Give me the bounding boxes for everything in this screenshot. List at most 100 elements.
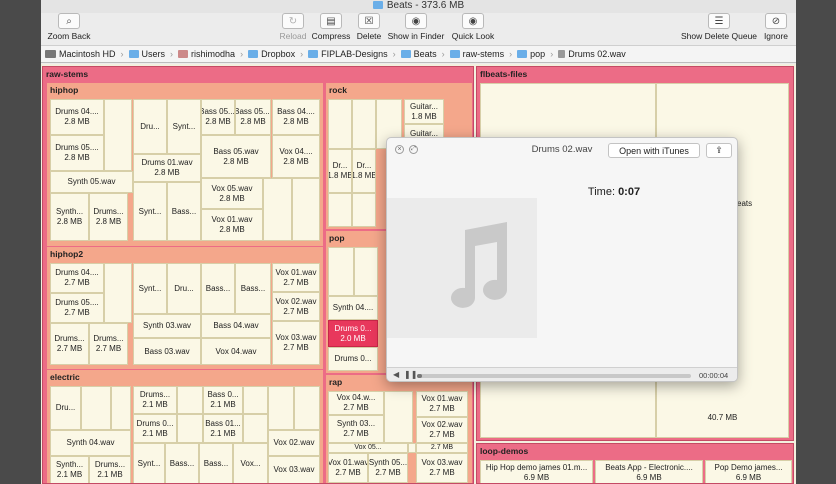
treemap-file[interactable]: Drums... 2.8 MB <box>89 193 128 241</box>
treemap-folder-loop-demos[interactable]: loop-demos Hip Hop demo james 01.m... 6.9… <box>476 443 794 484</box>
treemap-file[interactable]: Bass... <box>201 263 235 314</box>
treemap-file[interactable]: Bass... <box>165 443 199 483</box>
treemap-file[interactable]: Drums... 2.1 MB <box>133 386 177 414</box>
treemap-file[interactable] <box>243 386 268 414</box>
treemap-file[interactable]: Vox 02.wav 2.7 MB <box>416 417 468 443</box>
treemap-file[interactable] <box>294 386 320 430</box>
treemap-file[interactable]: Synth 05.wav <box>50 171 133 193</box>
treemap-file[interactable]: Vox 01.wav 2.7 MB <box>416 391 468 417</box>
treemap-file[interactable]: Synth 04.wav <box>50 430 131 456</box>
treemap-file[interactable]: Drums 04.... 2.7 MB <box>50 263 104 293</box>
show-delete-queue-button[interactable]: ☰ Show Delete Queue <box>679 13 759 41</box>
treemap-folder-electric[interactable]: electric Dru... Drums... 2.1 MB Bass 0...… <box>47 370 323 483</box>
treemap-file[interactable]: Drums 04.... 2.8 MB <box>50 99 104 135</box>
treemap-file[interactable]: Synt... <box>133 443 165 483</box>
treemap-file[interactable]: Drums 05.... 2.7 MB <box>50 293 104 323</box>
path-item-macintosh-hd[interactable]: Macintosh HD › <box>45 49 129 59</box>
treemap-file[interactable]: Vox 05... <box>328 443 408 453</box>
treemap-file[interactable]: Vox 03.wav 2.7 MB <box>272 321 320 365</box>
treemap-file[interactable]: Drums... 2.7 MB <box>50 323 89 365</box>
treemap-file[interactable]: 2.7 MB <box>416 443 468 453</box>
treemap-file[interactable] <box>104 263 132 323</box>
treemap-file[interactable] <box>292 178 320 241</box>
path-item-fiplab-designs[interactable]: FIPLAB-Designs › <box>308 49 401 59</box>
treemap-file[interactable]: Bass 03.wav <box>133 338 201 365</box>
treemap-file-selected[interactable]: Drums 0... 2.0 MB <box>328 320 378 347</box>
pause-icon[interactable]: ❚❚ <box>404 370 417 379</box>
treemap-file[interactable]: Dru... <box>167 263 201 314</box>
treemap-file[interactable] <box>384 391 413 443</box>
treemap-file[interactable]: Synth... 2.1 MB <box>50 456 89 483</box>
treemap-file[interactable]: Synt... <box>133 263 167 314</box>
treemap-file[interactable]: Bass 05....2.8 MB <box>201 99 235 135</box>
treemap-file[interactable]: Bass 05.wav 2.8 MB <box>201 135 271 178</box>
treemap-file[interactable]: Bass 01... 2.1 MB <box>203 414 243 443</box>
treemap-file[interactable] <box>354 247 378 296</box>
treemap-file[interactable]: Vox 02.wav 2.7 MB <box>272 292 320 321</box>
treemap-file[interactable]: Vox 02.wav <box>268 430 320 456</box>
treemap-file[interactable]: Guitar... 1.8 MB <box>404 99 444 124</box>
treemap-file[interactable] <box>263 178 292 241</box>
treemap-file[interactable] <box>111 386 131 430</box>
treemap-file[interactable]: Synth 03.wav <box>133 314 201 338</box>
close-icon[interactable]: × <box>395 145 404 154</box>
treemap-file[interactable]: Bass... <box>167 182 201 241</box>
scrubber[interactable] <box>417 374 691 378</box>
compress-button[interactable]: ▤ Compress <box>310 13 352 41</box>
treemap-file[interactable]: Vox 01.wav 2.7 MB <box>272 263 320 292</box>
reload-button[interactable]: ↻ Reload <box>275 13 311 41</box>
path-item-dropbox[interactable]: Dropbox › <box>248 49 308 59</box>
path-item-rishimodha[interactable]: rishimodha › <box>178 49 248 59</box>
open-with-itunes-button[interactable]: Open with iTunes <box>608 143 700 158</box>
treemap-file[interactable] <box>328 193 352 227</box>
path-item-beats[interactable]: Beats › <box>400 49 450 59</box>
treemap-file[interactable] <box>268 386 294 430</box>
treemap-folder-rap[interactable]: rap Vox 04.w... 2.7 MB Synth 03... 2.7 MB … <box>326 375 472 483</box>
treemap-file[interactable] <box>408 443 416 453</box>
treemap-file[interactable]: Bass 05....2.8 MB <box>235 99 271 135</box>
treemap-file[interactable]: Synt... <box>167 99 201 154</box>
treemap-file[interactable]: Beats App - Electronic.... 6.9 MB <box>595 460 703 483</box>
treemap-file[interactable]: Synt... <box>133 182 167 241</box>
treemap-file[interactable] <box>81 386 111 430</box>
path-item-pop[interactable]: pop › <box>517 49 558 59</box>
treemap-file[interactable]: Vox 01.wav 2.8 MB <box>201 209 263 241</box>
zoom-back-button[interactable]: ⌕ Zoom Back <box>44 13 94 41</box>
path-item-users[interactable]: Users › <box>128 49 179 59</box>
treemap-file[interactable]: Vox 03.wav 2.7 MB <box>416 453 468 483</box>
treemap-file[interactable]: Bass... <box>235 263 271 314</box>
treemap-file[interactable]: Bass 04.wav <box>201 314 271 338</box>
treemap-file[interactable]: Synth 05... 2.7 MB <box>368 453 408 483</box>
treemap-file[interactable] <box>104 99 132 171</box>
treemap-file[interactable]: Pop Demo james... 6.9 MB <box>705 460 792 483</box>
treemap-file[interactable] <box>243 414 268 443</box>
treemap-file[interactable]: Dru... <box>133 99 167 154</box>
treemap-file[interactable]: Drums 05.... 2.8 MB <box>50 135 104 171</box>
delete-button[interactable]: ☒ Delete <box>353 13 385 41</box>
treemap-file[interactable] <box>352 193 376 227</box>
path-item-raw-stems[interactable]: raw-stems › <box>449 49 518 59</box>
volume-icon[interactable]: ◀ <box>393 370 399 379</box>
treemap-file[interactable]: Vox 05.wav 2.8 MB <box>201 178 263 209</box>
treemap-file[interactable]: Vox 03.wav <box>268 456 320 483</box>
treemap-file[interactable]: Dr... 1.8 MB <box>352 149 376 193</box>
treemap-file[interactable]: Vox 04.w... 2.7 MB <box>328 391 384 415</box>
treemap-file[interactable] <box>177 414 203 443</box>
treemap-file[interactable] <box>328 247 354 296</box>
treemap-file[interactable]: Drums 0... 2.1 MB <box>133 414 177 443</box>
treemap-file[interactable]: Drums... 2.1 MB <box>89 456 131 483</box>
treemap-file[interactable]: Bass 0... 2.1 MB <box>203 386 243 414</box>
treemap-file[interactable]: Dru... <box>50 386 81 430</box>
treemap-file[interactable]: Bass 04.... 2.8 MB <box>272 99 320 135</box>
treemap-file[interactable]: Synth... 2.8 MB <box>50 193 89 241</box>
path-item-drums-02[interactable]: Drums 02.wav <box>558 49 626 59</box>
treemap-file[interactable]: Drums 0... <box>328 347 378 371</box>
treemap-file[interactable]: Vox 04.... 2.8 MB <box>272 135 320 178</box>
treemap-file[interactable]: Synth 03... 2.7 MB <box>328 415 384 443</box>
treemap-file[interactable]: Vox 01.wav 2.7 MB <box>328 453 368 483</box>
treemap-file[interactable]: Drums... 2.7 MB <box>89 323 128 365</box>
treemap-file[interactable]: Bass... <box>199 443 233 483</box>
treemap-file[interactable] <box>328 99 352 149</box>
quick-look-button[interactable]: ◉ Quick Look <box>448 13 498 41</box>
treemap-file[interactable] <box>177 386 203 414</box>
